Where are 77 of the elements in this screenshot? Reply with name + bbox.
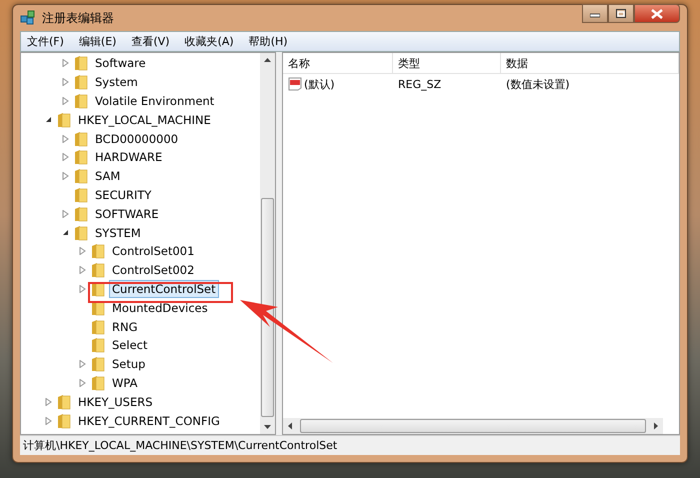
expand-triangle-icon[interactable] (79, 360, 87, 368)
folder-icon (74, 92, 88, 109)
menu-item[interactable]: 查看(V) (131, 34, 170, 49)
menu-item[interactable]: 编辑(E) (78, 34, 116, 49)
folder-icon (74, 206, 88, 222)
expand-triangle-icon[interactable] (62, 96, 70, 105)
tree-item[interactable]: WPA (109, 374, 140, 392)
folder-icon (74, 186, 88, 203)
menu-item[interactable]: 文件(F) (27, 34, 64, 49)
registry-cubes-icon (20, 10, 36, 26)
folder-icon (74, 130, 88, 147)
tree-item[interactable]: SAM (92, 167, 124, 186)
folder-icon (74, 168, 88, 184)
tree-item[interactable]: SECURITY (92, 186, 154, 204)
status-bar: 计算机\HKEY_LOCAL_MACHINE\SYSTEM\CurrentControlSet (20, 435, 680, 455)
collapse-triangle-icon[interactable] (62, 229, 70, 236)
value-name: (默认) (304, 76, 335, 92)
expand-triangle-icon[interactable] (62, 134, 70, 143)
tree-item[interactable]: HKEY_LOCAL_MACHINE (75, 110, 214, 129)
tree-item[interactable]: SOFTWARE (92, 204, 162, 223)
folder-icon (74, 74, 88, 90)
tree-item[interactable]: Setup (109, 355, 148, 374)
tree-item[interactable]: MountedDevices (109, 298, 211, 317)
folder-icon (91, 318, 105, 335)
folder-icon (91, 262, 105, 278)
tree-item[interactable]: Select (109, 336, 150, 354)
string-value-icon (288, 77, 302, 91)
folder-icon (74, 149, 88, 166)
maximize-button[interactable] (608, 4, 634, 23)
folder-icon (57, 394, 71, 410)
tree-item[interactable]: RNG (109, 318, 141, 336)
column-header[interactable]: 类型 (393, 53, 501, 73)
window-title: 注册表编辑器 (42, 10, 114, 26)
expand-triangle-icon[interactable] (62, 153, 70, 162)
horizontal-scrollbar[interactable] (283, 418, 663, 434)
tree-item[interactable]: ControlSet002 (109, 261, 198, 280)
close-button[interactable] (634, 4, 680, 23)
tree-item[interactable]: HKEY_CURRENT_CONFIG (75, 412, 223, 430)
folder-icon (57, 112, 71, 128)
tree-item[interactable]: HARDWARE (92, 148, 166, 166)
menu-item[interactable]: 帮助(H) (248, 34, 288, 49)
expand-triangle-icon[interactable] (79, 266, 87, 274)
tree-item[interactable]: HKEY_USERS (75, 392, 156, 411)
value-type: REG_SZ (397, 76, 442, 93)
tree-item[interactable]: ControlSet001 (109, 242, 198, 260)
scrollbar-thumb[interactable] (300, 419, 646, 433)
close-icon (651, 8, 663, 18)
vertical-scrollbar[interactable] (260, 53, 275, 434)
tree-item[interactable]: BCD00000000 (92, 130, 182, 148)
value-data: (数值未设置) (505, 76, 571, 92)
minimize-button[interactable] (582, 4, 608, 23)
folder-icon (91, 374, 105, 391)
expand-triangle-icon[interactable] (79, 247, 87, 256)
expand-triangle-icon[interactable] (62, 59, 70, 68)
expand-triangle-icon[interactable] (79, 378, 87, 387)
menu-item[interactable]: 收藏夹(A) (184, 34, 234, 49)
column-header[interactable]: 数据 (501, 53, 679, 73)
folder-icon (57, 412, 71, 429)
tree-item[interactable]: Software (92, 54, 149, 72)
expand-triangle-icon[interactable] (62, 210, 70, 218)
expand-triangle-icon[interactable] (79, 284, 87, 293)
folder-icon (91, 337, 105, 354)
folder-icon (74, 224, 88, 241)
expand-triangle-icon[interactable] (45, 416, 53, 425)
maximize-icon (616, 9, 626, 18)
tree-item[interactable]: Volatile Environment (92, 92, 218, 110)
folder-icon (91, 243, 105, 260)
column-header[interactable]: 名称 (283, 53, 393, 73)
tree-item[interactable]: System (92, 73, 141, 92)
expand-triangle-icon[interactable] (62, 78, 70, 86)
expand-triangle-icon[interactable] (45, 398, 53, 406)
tree-item[interactable]: SYSTEM (92, 224, 144, 242)
folder-icon (74, 55, 88, 72)
folder-icon (91, 356, 105, 372)
collapse-triangle-icon[interactable] (45, 116, 53, 124)
expand-triangle-icon[interactable] (62, 172, 70, 180)
scrollbar-thumb[interactable] (261, 198, 274, 417)
